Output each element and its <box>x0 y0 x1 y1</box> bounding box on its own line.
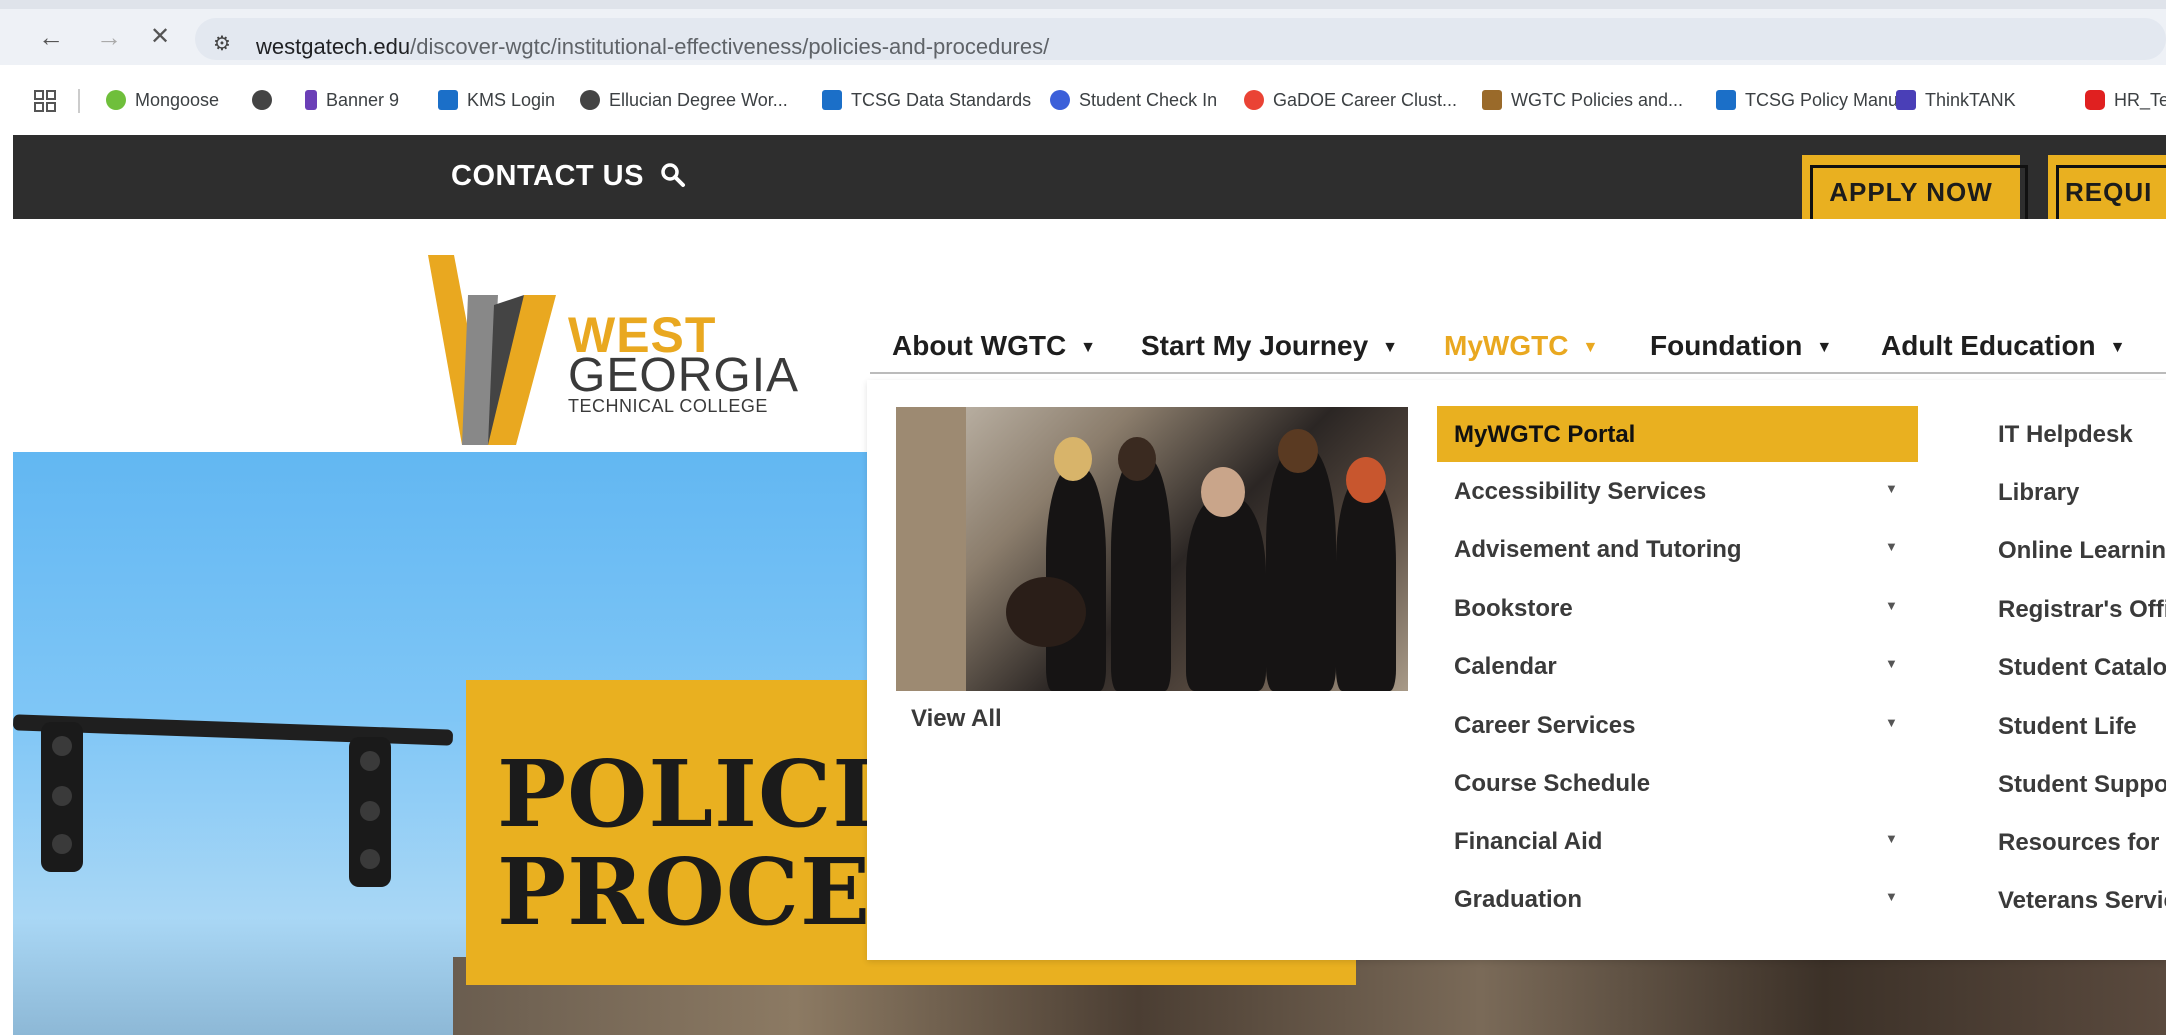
bookmark-thinktank[interactable]: ThinkTANK <box>1896 88 2016 112</box>
students-photo <box>896 407 1408 691</box>
globe-icon <box>580 90 600 110</box>
menu-item-student-catalog[interactable]: Student Catalog <box>1998 654 2166 682</box>
menu-item-it-helpdesk[interactable]: IT Helpdesk <box>1998 421 2133 449</box>
bookmark-tcsg-policy-manual[interactable]: TCSG Policy Manual <box>1716 88 1912 112</box>
menu-item-financial-aid[interactable]: Financial Aid ▼ <box>1437 813 1918 869</box>
search-icon[interactable] <box>660 162 686 188</box>
banner-icon <box>305 90 317 110</box>
url-path: /discover-wgtc/institutional-effectivene… <box>410 34 1050 59</box>
bookmark-wgtc-policies[interactable]: WGTC Policies and... <box>1482 88 1683 112</box>
caret-down-icon: ▼ <box>1885 598 1898 613</box>
caret-down-icon: ▼ <box>1582 338 1599 356</box>
caret-down-icon: ▼ <box>1885 715 1898 730</box>
nav-start-my-journey[interactable]: Start My Journey ▼ <box>1141 330 1398 362</box>
page-title-line2: PROCEI <box>497 838 916 946</box>
nav-foundation[interactable]: Foundation ▼ <box>1650 330 1832 362</box>
bookmark-student-check-in[interactable]: Student Check In <box>1050 88 1217 112</box>
nav-about-wgtc[interactable]: About WGTC ▼ <box>892 330 1096 362</box>
stop-loading-icon[interactable]: ✕ <box>150 22 170 52</box>
bookmark-gadoe[interactable]: GaDOE Career Clust... <box>1244 88 1457 112</box>
menu-item-accessibility-services[interactable]: Accessibility Services ▼ <box>1437 463 1918 519</box>
tcsg-icon <box>1716 90 1736 110</box>
tcsg-icon <box>438 90 458 110</box>
caret-down-icon: ▼ <box>2109 338 2126 356</box>
menu-item-student-life[interactable]: Student Life <box>1998 713 2137 741</box>
mongoose-icon <box>106 90 126 110</box>
bookmark-ellucian[interactable]: Ellucian Degree Wor... <box>580 88 788 112</box>
tcsg-icon <box>822 90 842 110</box>
bookmark-globe[interactable] <box>252 88 281 112</box>
bookmark-hr[interactable]: HR_Te <box>2085 88 2166 112</box>
logo-text-college: TECHNICAL COLLEGE <box>568 396 768 416</box>
google-icon <box>1244 90 1264 110</box>
menu-item-resources-for-new[interactable]: Resources for N <box>1998 829 2166 857</box>
menu-item-bookstore[interactable]: Bookstore ▼ <box>1437 580 1918 636</box>
caret-down-icon: ▼ <box>1885 481 1898 496</box>
traffic-light-image <box>41 722 83 872</box>
menu-item-student-support[interactable]: Student Suppor <box>1998 771 2166 799</box>
forward-icon[interactable]: → <box>96 22 122 52</box>
check-icon <box>1050 90 1070 110</box>
caret-down-icon: ▼ <box>1885 889 1898 904</box>
contact-us-link[interactable]: CONTACT US <box>451 160 644 193</box>
view-all-link[interactable]: View All <box>911 705 1002 733</box>
globe-icon <box>252 90 272 110</box>
menu-item-library[interactable]: Library <box>1998 479 2079 507</box>
bookmarks-divider <box>78 89 80 113</box>
logo-text-georgia: GEORGIA <box>568 349 800 402</box>
nav-adult-education[interactable]: Adult Education ▼ <box>1881 330 2126 362</box>
menu-item-mywgtc-portal[interactable]: MyWGTC Portal <box>1437 406 1918 462</box>
menu-item-course-schedule[interactable]: Course Schedule <box>1437 755 1918 811</box>
menu-item-graduation[interactable]: Graduation ▼ <box>1437 871 1918 927</box>
bookmark-tcsg-data-standards[interactable]: TCSG Data Standards <box>822 88 1031 112</box>
menu-item-registrars-office[interactable]: Registrar's Offic <box>1998 596 2166 624</box>
caret-down-icon: ▼ <box>1382 338 1399 356</box>
url-text[interactable]: westgatech.edu/discover-wgtc/institution… <box>256 34 1049 60</box>
bookmark-kms-login[interactable]: KMS Login <box>438 88 555 112</box>
menu-item-advisement-and-tutoring[interactable]: Advisement and Tutoring ▼ <box>1437 521 1918 577</box>
apps-grid-icon[interactable] <box>34 90 56 112</box>
list-icon <box>1896 90 1916 110</box>
wgtc-icon <box>1482 90 1502 110</box>
menu-item-calendar[interactable]: Calendar ▼ <box>1437 638 1918 694</box>
url-domain: westgatech.edu <box>256 34 411 59</box>
bookmark-mongoose[interactable]: Mongoose <box>106 88 219 112</box>
site-settings-icon[interactable]: ⚙ <box>213 31 231 56</box>
browser-tab-strip <box>0 0 2166 9</box>
caret-down-icon: ▼ <box>1885 656 1898 671</box>
bookmark-banner9[interactable]: Banner 9 <box>305 88 399 112</box>
caret-down-icon: ▼ <box>1885 539 1898 554</box>
back-icon[interactable]: ← <box>38 22 64 52</box>
nav-mywgtc[interactable]: MyWGTC ▼ <box>1444 330 1598 362</box>
hr-icon <box>2085 90 2105 110</box>
menu-item-veterans-services[interactable]: Veterans Servic <box>1998 887 2166 915</box>
caret-down-icon: ▼ <box>1816 338 1833 356</box>
menu-item-online-learning[interactable]: Online Learning <box>1998 537 2166 565</box>
caret-down-icon: ▼ <box>1080 338 1097 356</box>
bookmarks-bar: Mongoose Banner 9 KMS Login Ellucian Deg… <box>0 65 2166 135</box>
caret-down-icon: ▼ <box>1885 831 1898 846</box>
nav-divider <box>870 372 2166 374</box>
menu-item-career-services[interactable]: Career Services ▼ <box>1437 697 1918 753</box>
traffic-light-image <box>349 737 391 887</box>
